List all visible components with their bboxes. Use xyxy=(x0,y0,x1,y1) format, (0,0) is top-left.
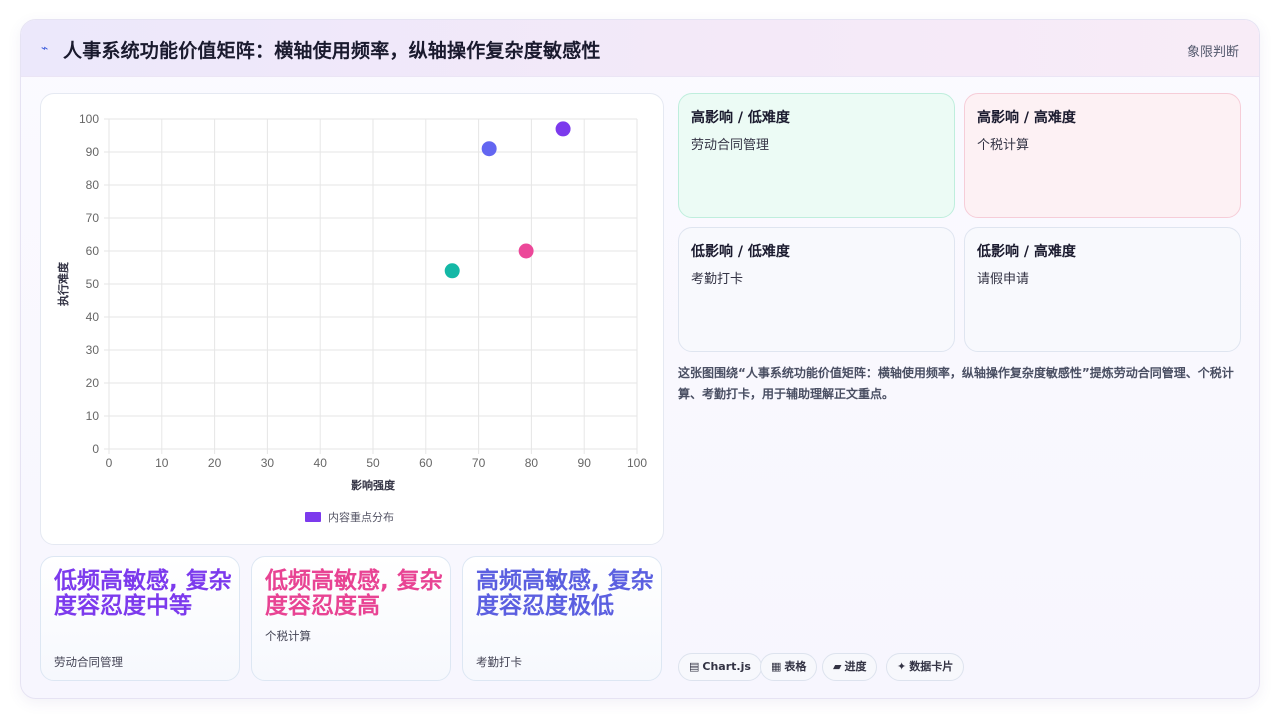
x-tick-label: 90 xyxy=(578,456,592,470)
x-tick-label: 0 xyxy=(106,456,113,470)
x-tick-label: 60 xyxy=(419,456,433,470)
scatter-point xyxy=(444,263,460,279)
x-tick-label: 80 xyxy=(525,456,539,470)
x-tick-label: 40 xyxy=(314,456,328,470)
y-tick-label: 90 xyxy=(86,145,100,159)
scatter-chart: 0 10 20 30 40 50 60 70 80 90 100 0 10 20 30 40 50 60 70 80 9… xyxy=(56,112,647,524)
stat-card-headline: 高频高敏感, 复杂度容忍度极低 xyxy=(476,568,654,619)
quadrant-item: 劳动合同管理 xyxy=(691,138,770,153)
quadrant-title: 低影响 / 高难度 xyxy=(977,244,1076,260)
tool-chip-label: Chart.js xyxy=(702,660,751,673)
legend-label: 内容重点分布 xyxy=(328,510,394,524)
y-axis-title: 执行难度 xyxy=(56,261,70,306)
lightning-icon: ⌁ xyxy=(41,41,49,55)
quadrant-high-impact-low-difficulty: 高影响 / 低难度 劳动合同管理 xyxy=(678,93,955,218)
header-bar: ⌁ 人事系统功能价值矩阵：横轴使用频率，纵轴操作复杂度敏感性 象限判断 xyxy=(21,20,1259,77)
y-tick-label: 0 xyxy=(92,442,99,456)
y-tick-label: 20 xyxy=(86,376,100,390)
y-tick-label: 60 xyxy=(86,244,100,258)
quadrant-title: 低影响 / 低难度 xyxy=(691,244,790,260)
y-tick-label: 80 xyxy=(86,178,100,192)
page-title: 人事系统功能价值矩阵：横轴使用频率，纵轴操作复杂度敏感性 xyxy=(63,40,601,62)
y-tick-label: 50 xyxy=(86,277,100,291)
stat-card-headline: 低频高敏感, 复杂度容忍度中等 xyxy=(54,568,232,619)
scatter-point xyxy=(555,121,571,137)
quadrant-low-impact-high-difficulty: 低影响 / 高难度 请假申请 xyxy=(964,227,1241,352)
legend-swatch xyxy=(305,512,321,522)
chart-description: 这张图围绕“人事系统功能价值矩阵：横轴使用频率，纵轴操作复杂度敏感性”提炼劳动合… xyxy=(678,366,1234,401)
stat-card-label: 考勤打卡 xyxy=(476,655,522,669)
y-tick-label: 70 xyxy=(86,211,100,225)
y-tick-label: 100 xyxy=(79,112,99,126)
quadrant-high-impact-high-difficulty: 高影响 / 高难度 个税计算 xyxy=(964,93,1241,218)
x-tick-label: 70 xyxy=(472,456,486,470)
tool-chip-data-card[interactable]: ✦ 数据卡片 xyxy=(886,653,965,681)
scatter-chart-panel: 0 10 20 30 40 50 60 70 80 90 100 0 10 20 30 40 50 60 70 80 9… xyxy=(40,93,664,545)
main-card: ⌁ 人事系统功能价值矩阵：横轴使用频率，纵轴操作复杂度敏感性 象限判断 0 10 2… xyxy=(20,19,1260,699)
stat-card-1: 低频高敏感, 复杂度容忍度中等 劳动合同管理 xyxy=(40,556,240,681)
tool-chip-label: 表格 xyxy=(784,660,807,673)
table-icon: ▦ xyxy=(771,660,782,673)
header-tag: 象限判断 xyxy=(1186,45,1239,60)
x-tick-label: 20 xyxy=(208,456,222,470)
chart-icon: ▤ xyxy=(689,660,700,673)
quadrant-item: 请假申请 xyxy=(977,272,1030,287)
quadrant-title: 高影响 / 低难度 xyxy=(691,110,790,126)
quadrant-item: 个税计算 xyxy=(977,138,1030,153)
x-axis-title: 影响强度 xyxy=(351,478,396,492)
stat-card-2: 低频高敏感, 复杂度容忍度高 个税计算 xyxy=(251,556,451,681)
tool-chip-label: 进度 xyxy=(844,660,867,673)
y-tick-label: 40 xyxy=(86,310,100,324)
y-tick-label: 10 xyxy=(86,409,100,423)
tool-chip-progress[interactable]: ▰ 进度 xyxy=(822,653,878,681)
quadrant-low-impact-low-difficulty: 低影响 / 低难度 考勤打卡 xyxy=(678,227,955,352)
scatter-point xyxy=(481,141,497,157)
tool-chip-label: 数据卡片 xyxy=(909,660,954,673)
sparkle-icon: ✦ xyxy=(897,660,907,673)
stat-card-label: 个税计算 xyxy=(265,629,311,643)
y-tick-label: 30 xyxy=(86,343,100,357)
stat-card-label: 劳动合同管理 xyxy=(54,655,123,669)
x-tick-label: 100 xyxy=(627,456,647,470)
progress-icon: ▰ xyxy=(833,660,842,673)
scatter-point xyxy=(518,243,534,259)
quadrant-title: 高影响 / 高难度 xyxy=(977,110,1076,126)
x-tick-label: 10 xyxy=(155,456,169,470)
tool-chip-table[interactable]: ▦ 表格 xyxy=(760,653,818,681)
stat-card-headline: 低频高敏感, 复杂度容忍度高 xyxy=(265,568,443,619)
tool-chip-chartjs[interactable]: ▤ Chart.js xyxy=(678,653,762,681)
stat-card-3: 高频高敏感, 复杂度容忍度极低 考勤打卡 xyxy=(462,556,662,681)
x-tick-label: 30 xyxy=(261,456,275,470)
quadrant-item: 考勤打卡 xyxy=(691,272,744,287)
x-tick-label: 50 xyxy=(366,456,380,470)
